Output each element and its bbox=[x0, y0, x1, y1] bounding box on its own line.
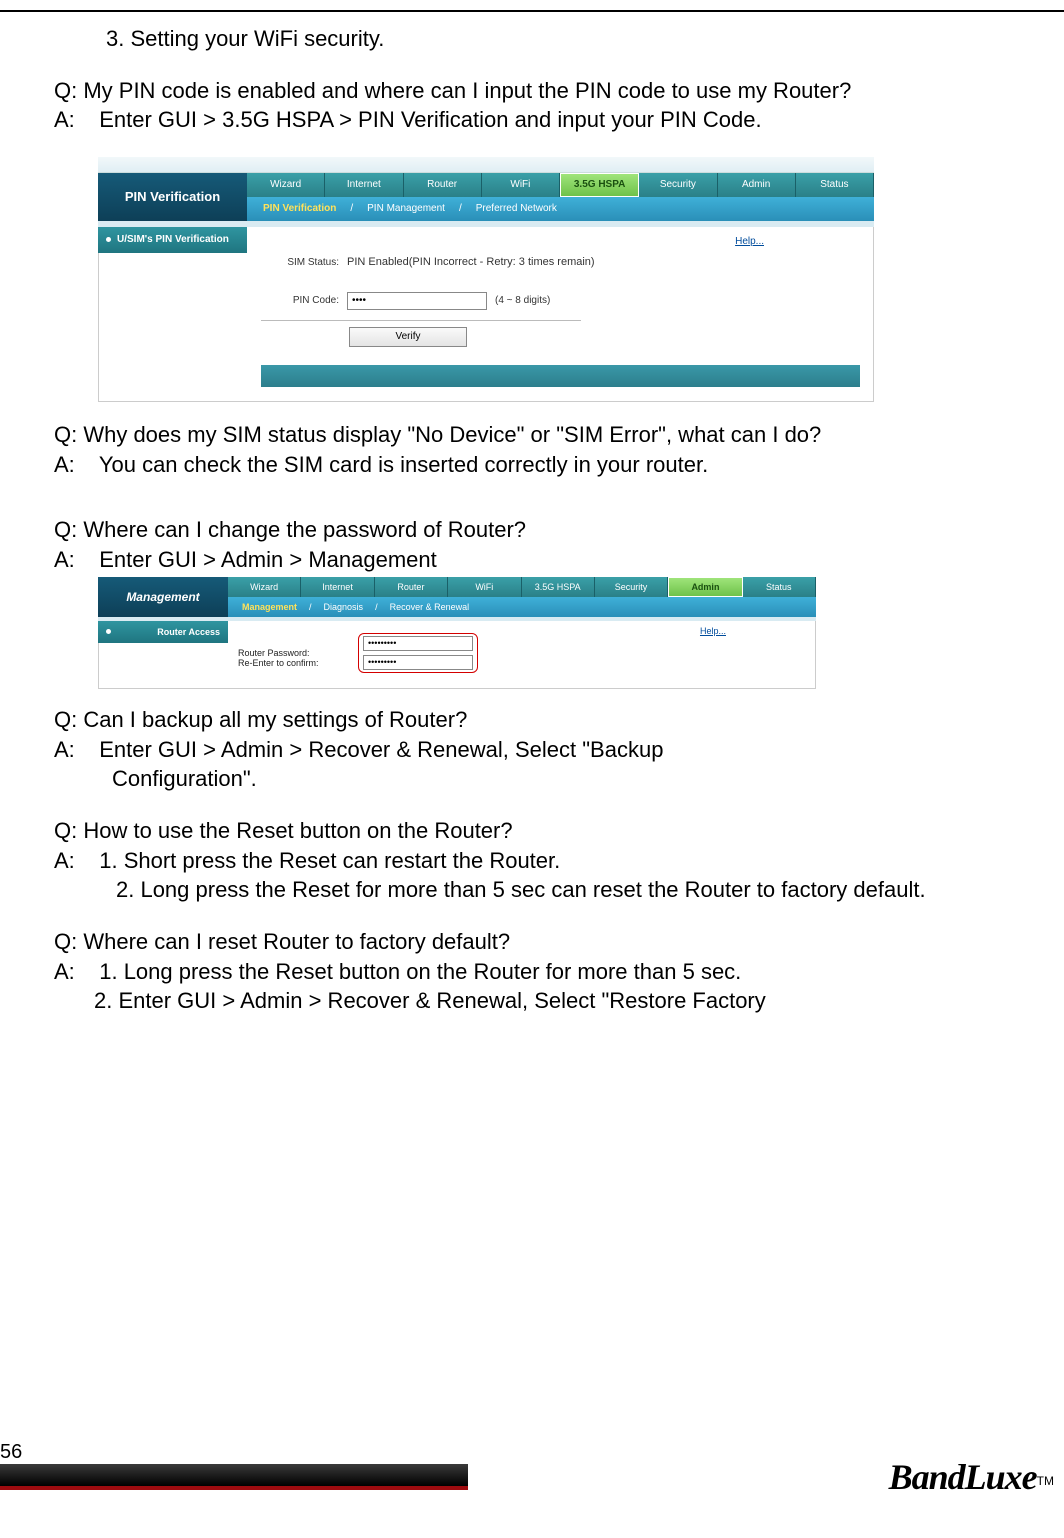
tab-router[interactable]: Router bbox=[375, 577, 448, 597]
verify-button[interactable]: Verify bbox=[349, 327, 467, 347]
tab-status[interactable]: Status bbox=[796, 173, 874, 197]
tab-admin[interactable]: Admin bbox=[668, 577, 742, 597]
page-footer: BandLuxeTM bbox=[0, 1464, 1064, 1490]
sidebar-item-router-access[interactable]: Router Access bbox=[98, 621, 228, 643]
subtab-separator: / bbox=[375, 601, 378, 613]
sidebar: U/SIM's PIN Verification bbox=[98, 227, 247, 402]
pin-code-label: PIN Code: bbox=[261, 294, 339, 308]
subtab-diagnosis[interactable]: Diagnosis bbox=[320, 601, 368, 613]
bullet-icon bbox=[106, 237, 111, 242]
tab-security[interactable]: Security bbox=[595, 577, 668, 597]
router-password-confirm-input[interactable] bbox=[363, 655, 473, 670]
answer-6-line1: A: 1. Long press the Reset button on the… bbox=[54, 957, 1024, 987]
bullet-icon bbox=[106, 629, 111, 634]
main-tabs: Wizard Internet Router WiFi 3.5G HSPA Se… bbox=[228, 577, 816, 597]
tab-status[interactable]: Status bbox=[743, 577, 816, 597]
tab-security[interactable]: Security bbox=[639, 173, 717, 197]
brand-logo: BandLuxe bbox=[889, 1453, 1037, 1502]
reenter-confirm-label: Re-Enter to confirm: bbox=[238, 657, 358, 669]
help-link[interactable]: Help... bbox=[700, 625, 726, 637]
answer-6-line2: 2. Enter GUI > Admin > Recover & Renewal… bbox=[94, 986, 1024, 1016]
screenshot-management: Management Wizard Internet Router WiFi 3… bbox=[98, 577, 816, 689]
tab-internet[interactable]: Internet bbox=[325, 173, 403, 197]
answer-3: A: Enter GUI > Admin > Management bbox=[54, 545, 1024, 575]
sub-tabs: PIN Verification / PIN Management / Pref… bbox=[247, 197, 874, 221]
tab-internet[interactable]: Internet bbox=[301, 577, 374, 597]
step-text: 3. Setting your WiFi security. bbox=[106, 24, 1024, 54]
subtab-separator: / bbox=[350, 202, 353, 216]
trademark-icon: TM bbox=[1037, 1473, 1054, 1489]
pin-hint: (4 ~ 8 digits) bbox=[495, 294, 550, 308]
answer-4-line2: Configuration". bbox=[112, 764, 1024, 794]
question-2: Q: Why does my SIM status display "No De… bbox=[54, 420, 1024, 450]
sidebar-item-usim-pin[interactable]: U/SIM's PIN Verification bbox=[98, 227, 247, 253]
subtab-pin-management[interactable]: PIN Management bbox=[361, 202, 451, 216]
sidebar-item-label: U/SIM's PIN Verification bbox=[117, 233, 229, 247]
footer-gradient bbox=[0, 1464, 468, 1490]
main-tabs: Wizard Internet Router WiFi 3.5G HSPA Se… bbox=[247, 173, 874, 197]
subtab-management[interactable]: Management bbox=[238, 601, 301, 613]
help-link[interactable]: Help... bbox=[735, 235, 764, 249]
question-5: Q: How to use the Reset button on the Ro… bbox=[54, 816, 1024, 846]
tab-admin[interactable]: Admin bbox=[718, 173, 796, 197]
page-number: 56 bbox=[0, 1439, 22, 1466]
tab-wizard[interactable]: Wizard bbox=[247, 173, 325, 197]
tab-3-5g-hspa[interactable]: 3.5G HSPA bbox=[560, 173, 639, 197]
question-1: Q: My PIN code is enabled and where can … bbox=[54, 76, 1024, 106]
subtab-separator: / bbox=[459, 202, 462, 216]
question-4: Q: Can I backup all my settings of Route… bbox=[54, 705, 1024, 735]
subtab-separator: / bbox=[309, 601, 312, 613]
footer-band bbox=[261, 365, 860, 387]
answer-2: A: You can check the SIM card is inserte… bbox=[54, 450, 1024, 480]
password-highlight bbox=[358, 633, 478, 673]
answer-4-line1: A: Enter GUI > Admin > Recover & Renewal… bbox=[54, 735, 1024, 765]
answer-1: A: Enter GUI > 3.5G HSPA > PIN Verificat… bbox=[54, 105, 1024, 135]
question-3: Q: Where can I change the password of Ro… bbox=[54, 515, 1024, 545]
question-6: Q: Where can I reset Router to factory d… bbox=[54, 927, 1024, 957]
divider bbox=[261, 320, 581, 321]
sim-status-value: PIN Enabled(PIN Incorrect - Retry: 3 tim… bbox=[347, 255, 595, 270]
tab-3-5g-hspa[interactable]: 3.5G HSPA bbox=[522, 577, 595, 597]
answer-5-line1: A: 1. Short press the Reset can restart … bbox=[54, 846, 1024, 876]
sim-status-label: SIM Status: bbox=[261, 256, 339, 270]
router-password-input[interactable] bbox=[363, 636, 473, 651]
panel-title: PIN Verification bbox=[98, 173, 247, 221]
answer-5-line2: 2. Long press the Reset for more than 5 … bbox=[94, 875, 1024, 905]
subtab-pin-verification[interactable]: PIN Verification bbox=[257, 202, 342, 216]
subtab-recover-renewal[interactable]: Recover & Renewal bbox=[386, 601, 474, 613]
tab-wizard[interactable]: Wizard bbox=[228, 577, 301, 597]
panel-title: Management bbox=[98, 577, 228, 617]
tab-wifi[interactable]: WiFi bbox=[448, 577, 521, 597]
sub-tabs: Management / Diagnosis / Recover & Renew… bbox=[228, 597, 816, 617]
pin-code-input[interactable] bbox=[347, 292, 487, 310]
window-titlebar bbox=[98, 157, 874, 173]
subtab-preferred-network[interactable]: Preferred Network bbox=[470, 202, 563, 216]
sidebar: Router Access bbox=[98, 621, 228, 689]
screenshot-pin-verification: PIN Verification Wizard Internet Router … bbox=[98, 157, 874, 402]
tab-wifi[interactable]: WiFi bbox=[482, 173, 560, 197]
sidebar-item-label: Router Access bbox=[157, 626, 220, 638]
tab-router[interactable]: Router bbox=[404, 173, 482, 197]
